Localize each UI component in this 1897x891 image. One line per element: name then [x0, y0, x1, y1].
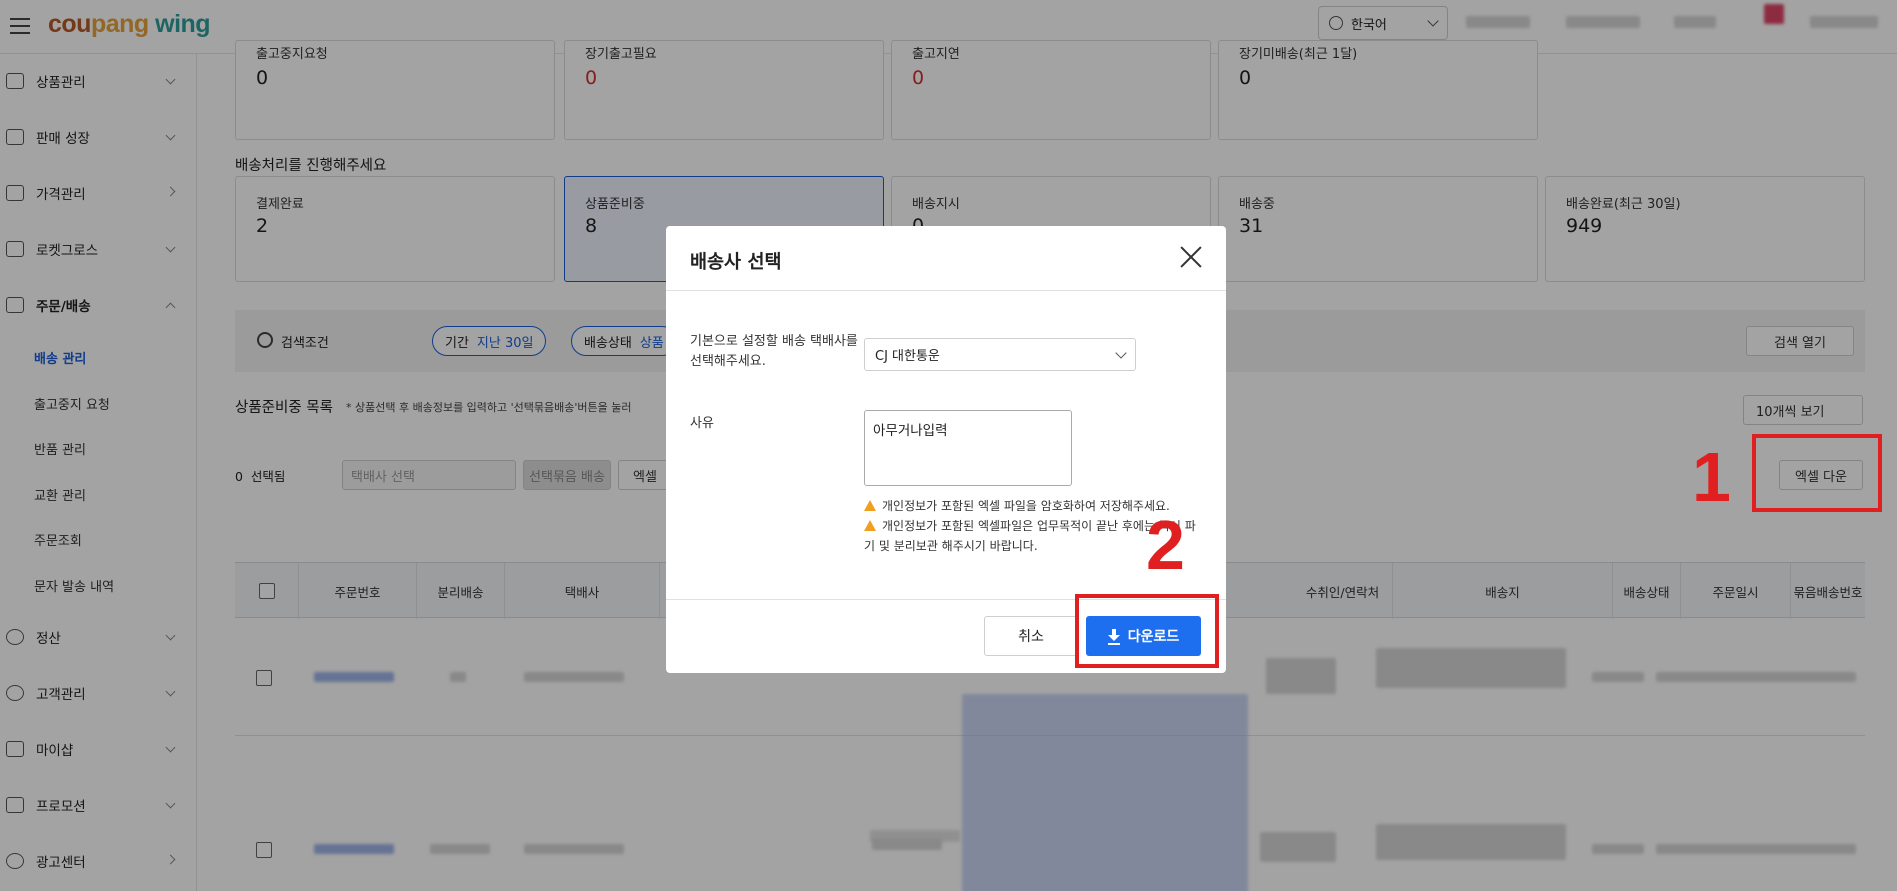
close-icon[interactable] [1178, 244, 1204, 270]
notice-encrypt: 개인정보가 포함된 엑셀 파일을 암호화하여 저장해주세요. [864, 496, 1170, 516]
modal-title: 배송사 선택 [690, 252, 782, 273]
warning-icon [864, 520, 876, 531]
modal-divider [666, 290, 1226, 291]
annotation-box-2 [1075, 594, 1219, 668]
warning-icon [864, 500, 876, 511]
reason-field-label: 사유 [690, 416, 714, 431]
carrier-field-label: 기본으로 설정할 배송 택배사를 선택해주세요. [690, 334, 858, 369]
annotation-number-1: 1 [1692, 438, 1731, 516]
cancel-button[interactable]: 취소 [984, 616, 1078, 656]
annotation-number-2: 2 [1146, 506, 1185, 584]
carrier-dropdown-value: CJ 대한통운 [875, 349, 940, 364]
carrier-dropdown[interactable]: CJ 대한통운 [864, 338, 1136, 371]
annotation-box-1 [1752, 434, 1882, 512]
reason-textarea[interactable]: 아무거나입력 [864, 410, 1072, 486]
chevron-down-icon [1115, 346, 1127, 359]
